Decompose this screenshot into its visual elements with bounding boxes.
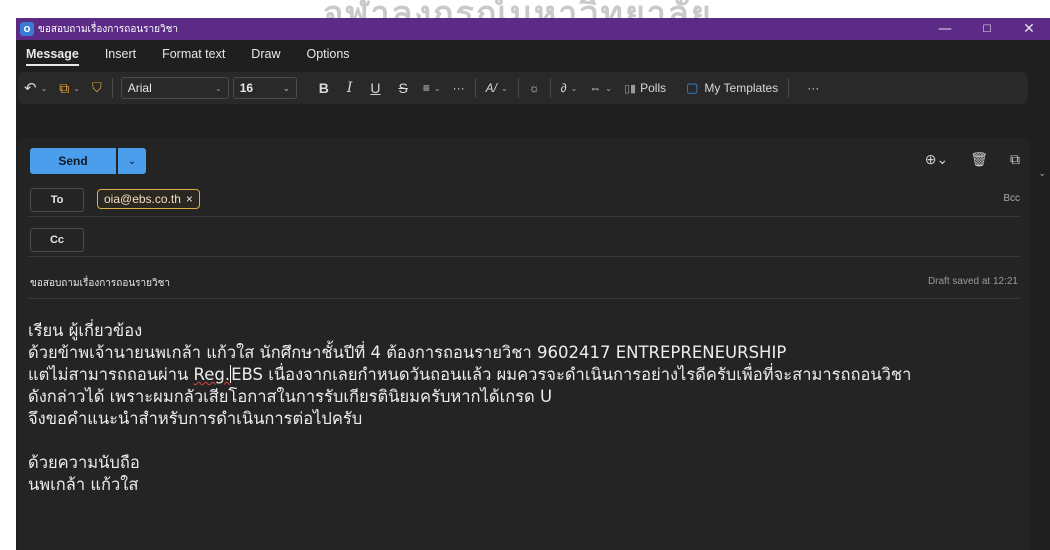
scroll-chevron-icon[interactable]: ⌄	[1038, 169, 1046, 179]
outlook-icon: O	[20, 22, 34, 36]
divider	[549, 78, 551, 98]
chevron-down-icon: ⌄	[215, 83, 222, 93]
align-icon: ≡	[422, 81, 430, 95]
paperclip-icon: ∂	[560, 81, 567, 95]
send-row: Send ⌄ ⊕⌄ 🗑 ⧉	[30, 148, 1020, 174]
polls-button[interactable]: ▯▮ Polls	[624, 81, 666, 95]
italic-button[interactable]: I	[347, 80, 353, 96]
strikethrough-button[interactable]: S	[399, 80, 408, 96]
maximize-button[interactable]: ☐	[966, 24, 1008, 35]
close-button[interactable]: ✕	[1008, 21, 1050, 37]
divider	[474, 78, 476, 98]
polls-label: Polls	[640, 81, 667, 95]
polls-icon: ▯▮	[623, 82, 637, 95]
chevron-down-icon: ⌄	[500, 83, 508, 93]
body-line: จึงขอคำแนะนำสำหรับการดำเนินการต่อไปครับ	[28, 409, 363, 428]
chevron-down-icon: ⌄	[605, 83, 612, 93]
cc-button[interactable]: Cc	[30, 228, 84, 252]
link-icon: ⇔	[589, 81, 602, 95]
sun-icon: ☼	[528, 81, 540, 95]
title-bar: O ขอสอบถามเรื่องการถอนรายวิชา — ☐ ✕	[16, 18, 1050, 40]
zoom-icon[interactable]: ⊕⌄	[925, 151, 948, 168]
body-line: ด้วยข้าพเจ้านายนพเกล้า แก้วใส นักศึกษาชั…	[28, 343, 787, 362]
clipboard-icon: ⧉	[59, 79, 70, 96]
more-format-button[interactable]: ···	[453, 81, 465, 95]
send-options-button[interactable]: ⌄	[118, 148, 146, 174]
undo-icon: ↶	[24, 80, 37, 97]
draft-status: Draft saved at 12:21	[927, 276, 1018, 287]
to-row: To oia@ebs.co.th × Bcc	[28, 184, 1020, 217]
divider	[788, 78, 790, 98]
ribbon: ↶ ⌄ ⧉ ⌄ ⛉ Arial ⌄ 16 ⌄ B I U S ≡ ⌄ ··· A/⌄ ☼ …	[18, 72, 1028, 104]
bcc-button[interactable]: Bcc	[1003, 193, 1020, 204]
popout-icon[interactable]: ⧉	[1010, 151, 1020, 168]
body-line: แต่ไม่สามารถถอนผ่าน Reg.EBS เนื่องจากเลย…	[28, 364, 1018, 386]
body-text: แต่ไม่สามารถถอนผ่าน	[28, 365, 194, 384]
cc-row: Cc	[28, 224, 1020, 257]
compose-pane: Send ⌄ ⊕⌄ 🗑 ⧉ To oia@ebs.co.th × Bcc Cc …	[18, 138, 1030, 550]
chevron-down-icon: ⌄	[283, 83, 290, 93]
font-name-value: Arial	[127, 81, 152, 95]
minimize-button[interactable]: —	[924, 21, 966, 37]
delete-icon[interactable]: 🗑	[970, 151, 988, 168]
compose-window: O ขอสอบถามเรื่องการถอนรายวิชา — ☐ ✕ Mess…	[16, 18, 1050, 550]
underline-button[interactable]: U	[370, 80, 380, 96]
message-body[interactable]: เรียน ผู้เกี่ยวข้อง ด้วยข้าพเจ้านายนพเกล…	[28, 320, 1018, 496]
bold-button[interactable]: B	[319, 80, 329, 96]
tab-draw[interactable]: Draw	[238, 47, 293, 66]
subject-row[interactable]: ขอสอบถามเรื่องการถอนรายวิชา Draft saved …	[28, 266, 1020, 299]
divider	[111, 78, 113, 98]
body-line: เรียน ผู้เกี่ยวข้อง	[28, 321, 143, 340]
spellcheck-word: Reg.	[193, 365, 231, 384]
ribbon-area: ↶ ⌄ ⧉ ⌄ ⛉ Arial ⌄ 16 ⌄ B I U S ≡ ⌄ ··· A/⌄ ☼ …	[16, 66, 1050, 179]
tab-options[interactable]: Options	[293, 47, 362, 66]
compose-actions: ⊕⌄ 🗑 ⧉	[903, 151, 1020, 168]
to-button[interactable]: To	[30, 188, 84, 212]
body-line: นพเกล้า แก้วใส	[28, 475, 139, 494]
body-text: EBS เนื่องจากเลยกำหนดวันถอนแล้ว ผมควรจะด…	[231, 365, 912, 384]
more-options-button[interactable]: ···	[807, 81, 819, 95]
tab-message[interactable]: Message	[24, 47, 92, 66]
subject-field[interactable]: ขอสอบถามเรื่องการถอนรายวิชา	[30, 276, 170, 291]
divider	[517, 78, 519, 98]
body-line: ดังกล่าวได้ เพราะผมกลัวเสียโอกาสในการรับ…	[28, 387, 553, 406]
link-button[interactable]: ⇔ ⌄	[589, 81, 612, 95]
send-button[interactable]: Send	[30, 148, 116, 174]
chevron-down-icon: ⌄	[40, 83, 48, 93]
remove-recipient-icon[interactable]: ×	[186, 192, 193, 206]
chevron-down-icon: ⌄	[127, 155, 137, 167]
undo-button[interactable]: ↶ ⌄	[24, 79, 47, 97]
clipboard-button[interactable]: ⧉ ⌄	[59, 80, 80, 97]
styles-button[interactable]: A/⌄	[486, 81, 508, 95]
template-icon: ▢	[686, 80, 699, 95]
font-size-value: 16	[239, 81, 254, 95]
chevron-down-icon: ⌄	[433, 83, 441, 93]
chevron-down-icon: ⌄	[570, 83, 578, 93]
font-size-select[interactable]: 16 ⌄	[232, 77, 297, 99]
recipient-email: oia@ebs.co.th	[104, 192, 181, 206]
paragraph-button[interactable]: ≡ ⌄	[423, 81, 441, 95]
attach-button[interactable]: ∂ ⌄	[561, 81, 578, 95]
format-painter-button[interactable]: ⛉	[92, 80, 102, 96]
tab-format-text[interactable]: Format text	[149, 47, 238, 66]
font-name-select[interactable]: Arial ⌄	[120, 77, 229, 99]
window-title: ขอสอบถามเรื่องการถอนรายวิชา	[38, 23, 179, 35]
my-templates-label: My Templates	[704, 81, 779, 95]
menu-bar: Message Insert Format text Draw Options	[16, 40, 1050, 66]
styles-icon: A/	[485, 81, 497, 95]
format-painter-icon: ⛉	[91, 80, 102, 95]
body-line: ด้วยความนับถือ	[28, 453, 140, 472]
chevron-down-icon: ⌄	[73, 83, 80, 93]
recipient-chip[interactable]: oia@ebs.co.th ×	[97, 189, 200, 209]
my-templates-button[interactable]: ▢ My Templates	[686, 80, 778, 96]
tab-insert[interactable]: Insert	[92, 47, 149, 66]
theme-button[interactable]: ☼	[529, 81, 540, 95]
